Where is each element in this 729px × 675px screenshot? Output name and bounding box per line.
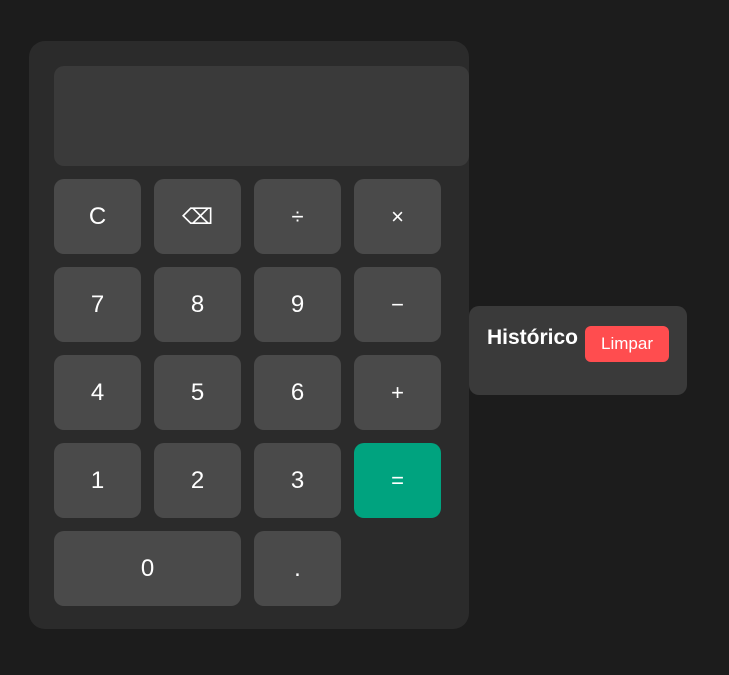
decimal-key[interactable]: . — [254, 531, 341, 606]
add-key[interactable]: + — [354, 355, 441, 430]
digit-5-key[interactable]: 5 — [154, 355, 241, 430]
backspace-key[interactable]: ⌫ — [154, 179, 241, 254]
history-title: Histórico — [487, 326, 579, 349]
equals-key[interactable]: = — [354, 443, 441, 518]
clear-key[interactable]: C — [54, 179, 141, 254]
multiply-key[interactable]: × — [354, 179, 441, 254]
divide-key[interactable]: ÷ — [254, 179, 341, 254]
digit-3-key[interactable]: 3 — [254, 443, 341, 518]
digit-1-key[interactable]: 1 — [54, 443, 141, 518]
digit-0-key[interactable]: 0 — [54, 531, 241, 606]
digit-2-key[interactable]: 2 — [154, 443, 241, 518]
digit-6-key[interactable]: 6 — [254, 355, 341, 430]
digit-7-key[interactable]: 7 — [54, 267, 141, 342]
calculator-display — [54, 66, 469, 166]
digit-9-key[interactable]: 9 — [254, 267, 341, 342]
digit-8-key[interactable]: 8 — [154, 267, 241, 342]
keypad: C ⌫ ÷ × 7 8 9 − 4 5 6 + 1 2 3 = 0 . — [54, 179, 441, 606]
history-panel: Histórico Limpar — [469, 306, 687, 395]
calculator: C ⌫ ÷ × 7 8 9 − 4 5 6 + 1 2 3 = 0 . — [29, 41, 469, 629]
subtract-key[interactable]: − — [354, 267, 441, 342]
clear-history-button[interactable]: Limpar — [585, 326, 669, 362]
digit-4-key[interactable]: 4 — [54, 355, 141, 430]
